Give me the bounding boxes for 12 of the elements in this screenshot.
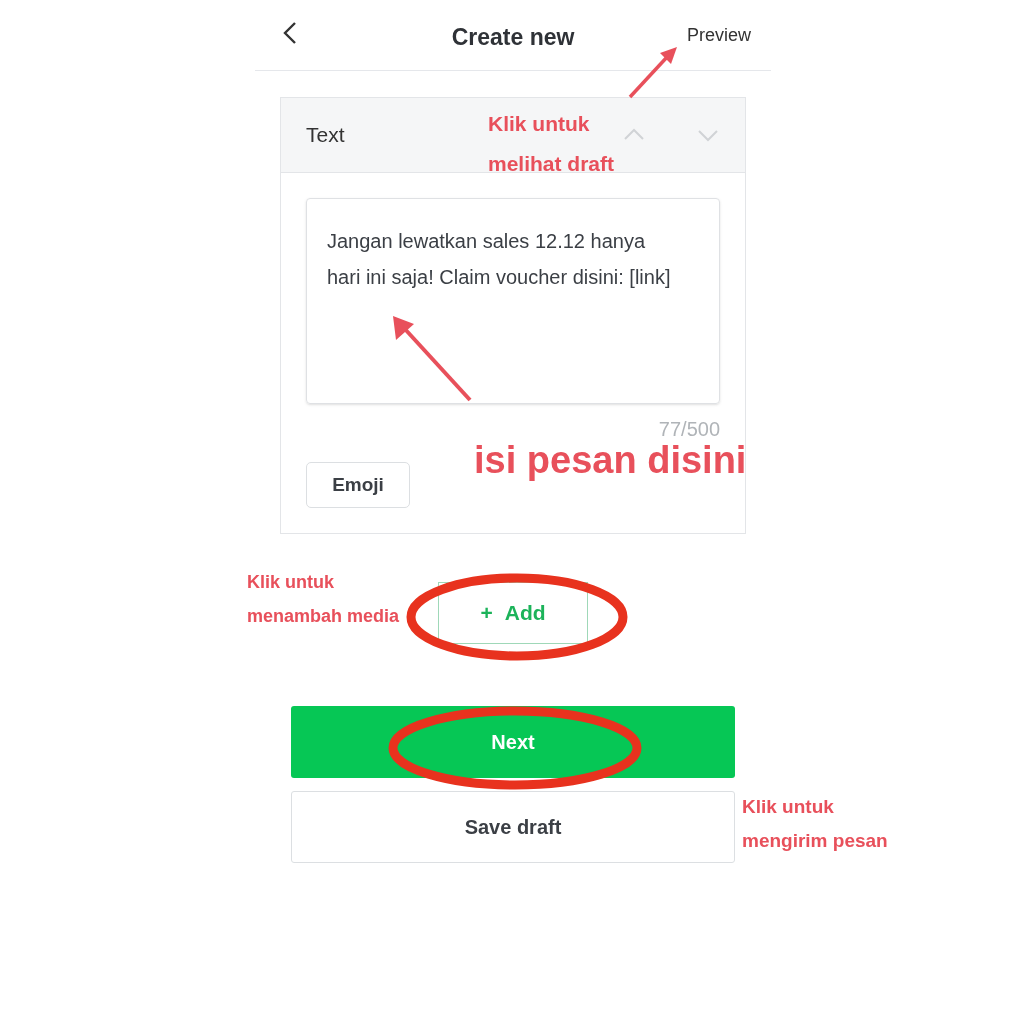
- message-field[interactable]: Jangan lewatkan sales 12.12 hanya hari ini saja! Claim voucher disini: [link]: [306, 198, 720, 404]
- preview-link[interactable]: Preview: [686, 22, 751, 49]
- save-draft-button[interactable]: Save draft: [291, 791, 735, 863]
- section-title: Text: [306, 122, 345, 149]
- chevron-down-icon[interactable]: [697, 129, 719, 143]
- emoji-button[interactable]: Emoji: [306, 462, 410, 508]
- annotation-note: Klik untuk mengirim pesan: [742, 795, 888, 853]
- annotation-note: Klik untuk melihat draft: [488, 111, 615, 177]
- chevron-up-icon[interactable]: [623, 127, 645, 141]
- annotation-note: Klik untuk menambah media: [247, 571, 400, 628]
- page-title: Create new: [451, 23, 575, 52]
- back-icon[interactable]: [282, 21, 298, 45]
